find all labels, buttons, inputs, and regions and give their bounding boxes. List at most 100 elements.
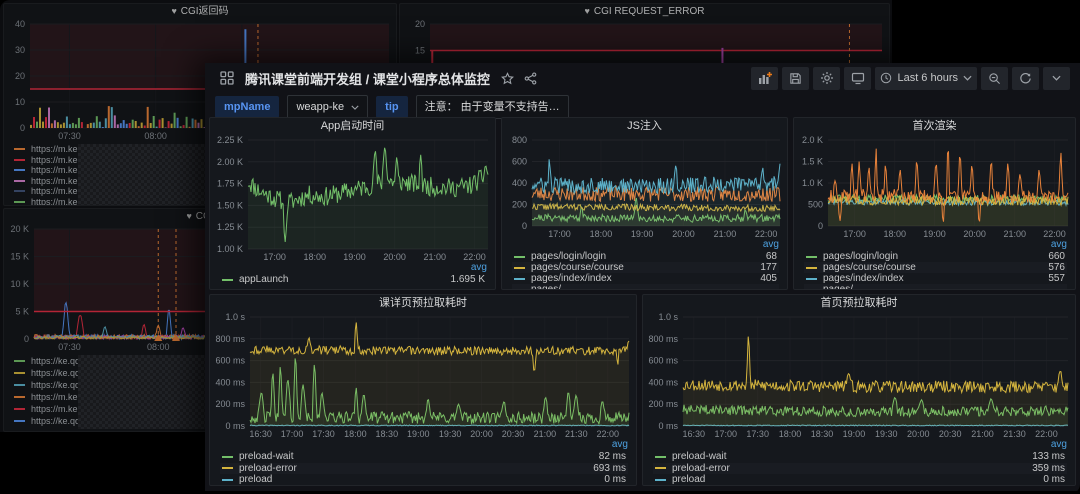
legend-avg-value: 359 ms	[1032, 463, 1065, 474]
variable-mpname-value: weapp-ke	[296, 96, 344, 118]
panel-title[interactable]: App启动时间	[210, 118, 495, 135]
legend-row[interactable]: pages/……	[512, 284, 779, 289]
panel-title[interactable]: JS注入	[502, 118, 787, 135]
legend-row[interactable]: preload-wait82 ms	[220, 451, 628, 463]
svg-text:0 ms: 0 ms	[225, 421, 245, 431]
legend-series-name: pages/…	[531, 284, 571, 289]
legend-row[interactable]: appLaunch1.695 K	[220, 274, 487, 285]
svg-text:1.0 s: 1.0 s	[658, 312, 678, 322]
svg-text:17:30: 17:30	[312, 429, 335, 439]
dashboard-toolbar: Last 6 hours	[751, 67, 1070, 90]
alert-heart-icon: ♥	[171, 6, 176, 16]
first-render-chart[interactable]: 17:0018:0019:0020:0021:0022:002.0 K1.5 K…	[794, 135, 1075, 239]
svg-text:19:30: 19:30	[875, 429, 898, 439]
legend-avg-value: 0 ms	[604, 474, 626, 485]
svg-text:19:00: 19:00	[923, 229, 946, 239]
series-color-dash	[14, 190, 25, 192]
series-color-dash	[514, 289, 525, 290]
panel-title[interactable]: 首次渲染	[794, 118, 1075, 135]
refresh-button[interactable]	[1012, 67, 1039, 90]
legend-avg-value: 660	[1048, 251, 1065, 262]
svg-text:200 ms: 200 ms	[215, 399, 245, 409]
legend-series-name: pages/index/index	[531, 273, 612, 284]
js-inject-legend: avgpages/login/login68pages/course/cours…	[502, 239, 787, 289]
svg-text:22:00: 22:00	[597, 429, 620, 439]
legend-row[interactable]: pages/course/course 177	[512, 262, 779, 273]
variable-mpname-select[interactable]: weapp-ke	[287, 95, 368, 119]
refresh-interval-dropdown[interactable]	[1043, 67, 1070, 90]
series-color-dash	[806, 278, 817, 280]
svg-text:17:00: 17:00	[281, 429, 304, 439]
index-prefetch-chart[interactable]: 16:3017:0017:3018:0018:3019:0019:3020:00…	[643, 312, 1075, 439]
bg-panel-title-text: CGI返回码	[181, 6, 229, 17]
legend-row[interactable]: preload-error693 ms	[220, 463, 628, 475]
svg-text:17:00: 17:00	[843, 229, 866, 239]
legend-row[interactable]: preload0 ms	[653, 474, 1067, 485]
series-color-dash	[14, 396, 25, 398]
panel-app-launch-time: App启动时间 17:0018:0019:0020:0021:0022:002.…	[209, 117, 496, 290]
panel-title[interactable]: 首页预拉取耗时	[643, 295, 1075, 312]
zoom-out-button[interactable]	[981, 67, 1008, 90]
legend-series-name: preload	[239, 474, 272, 485]
svg-text:30: 30	[15, 45, 25, 55]
legend-row[interactable]: preload-error359 ms	[653, 463, 1067, 475]
time-range-picker[interactable]: Last 6 hours	[875, 67, 977, 90]
svg-text:07:30: 07:30	[58, 131, 81, 141]
svg-text:1.0 s: 1.0 s	[225, 312, 245, 322]
svg-text:21:30: 21:30	[565, 429, 588, 439]
legend-avg-value: 133 ms	[1032, 451, 1065, 462]
legend-row[interactable]: pages/index/index557	[804, 273, 1067, 284]
series-color-dash	[14, 408, 25, 410]
series-color-dash	[14, 384, 25, 386]
svg-text:1.5 K: 1.5 K	[802, 157, 823, 167]
series-color-dash	[806, 267, 817, 269]
svg-text:20:00: 20:00	[963, 229, 986, 239]
save-dashboard-button[interactable]	[782, 67, 809, 90]
legend-row[interactable]: pages/……	[804, 284, 1067, 289]
svg-text:18:30: 18:30	[811, 429, 834, 439]
alert-heart-icon: ♥	[585, 6, 590, 16]
panel-title[interactable]: 课详页预拉取耗时	[210, 295, 636, 312]
dashboard-title[interactable]: 腾讯课堂前端开发组 / 课堂小程序总体监控	[245, 69, 490, 88]
add-panel-button[interactable]	[751, 67, 778, 90]
legend-avg-value: 177	[760, 262, 777, 273]
svg-text:22:00: 22:00	[1035, 429, 1058, 439]
legend-series-name: pages/course/course	[531, 262, 624, 273]
share-icon[interactable]	[524, 72, 537, 85]
legend-avg-value: 0 ms	[1043, 474, 1065, 485]
svg-text:17:00: 17:00	[714, 429, 737, 439]
tv-mode-button[interactable]	[844, 67, 871, 90]
course-prefetch-chart[interactable]: 16:3017:0017:3018:0018:3019:0019:3020:00…	[210, 312, 636, 439]
svg-text:15: 15	[415, 46, 425, 56]
legend-row[interactable]: preload 0 ms	[220, 474, 628, 485]
svg-text:0: 0	[818, 221, 823, 231]
legend-row[interactable]: pages/login/login68	[512, 251, 779, 262]
series-color-dash	[14, 420, 25, 422]
dashboard-settings-button[interactable]	[813, 67, 840, 90]
app-launch-chart[interactable]: 17:0018:0019:0020:0021:0022:002.25 K2.00…	[210, 135, 495, 262]
series-color-dash	[14, 201, 25, 203]
star-icon[interactable]	[501, 72, 514, 85]
series-color-dash	[806, 256, 817, 258]
series-color-dash	[222, 467, 233, 469]
panel-course-prefetch: 课详页预拉取耗时 16:3017:0017:3018:0018:3019:001…	[209, 294, 637, 486]
legend-row[interactable]: pages/index/index405	[512, 273, 779, 284]
svg-text:600 ms: 600 ms	[648, 356, 678, 366]
legend-avg-header: avg	[653, 439, 1067, 451]
js-inject-chart[interactable]: 17:0018:0019:0020:0021:0022:008006004002…	[502, 135, 787, 239]
legend-row[interactable]: preload-wait 133 ms	[653, 451, 1067, 463]
legend-series-name: preload-wait	[239, 451, 293, 462]
legend-avg-header: avg	[220, 439, 628, 451]
svg-text:19:00: 19:00	[843, 429, 866, 439]
legend-series-name: pages/login/login	[823, 251, 898, 262]
svg-text:10: 10	[15, 97, 25, 107]
variable-mpname-label: mpName	[215, 96, 279, 118]
dashboard-grid-icon[interactable]	[220, 71, 234, 85]
series-color-dash	[514, 267, 525, 269]
svg-text:21:00: 21:00	[971, 429, 994, 439]
dashboard-header: 腾讯课堂前端开发组 / 课堂小程序总体监控	[205, 63, 1080, 93]
legend-row[interactable]: pages/login/login 660	[804, 251, 1067, 262]
legend-series-name: appLaunch	[239, 274, 289, 285]
legend-row[interactable]: pages/course/course576	[804, 262, 1067, 273]
legend-series-name: preload-wait	[672, 451, 726, 462]
